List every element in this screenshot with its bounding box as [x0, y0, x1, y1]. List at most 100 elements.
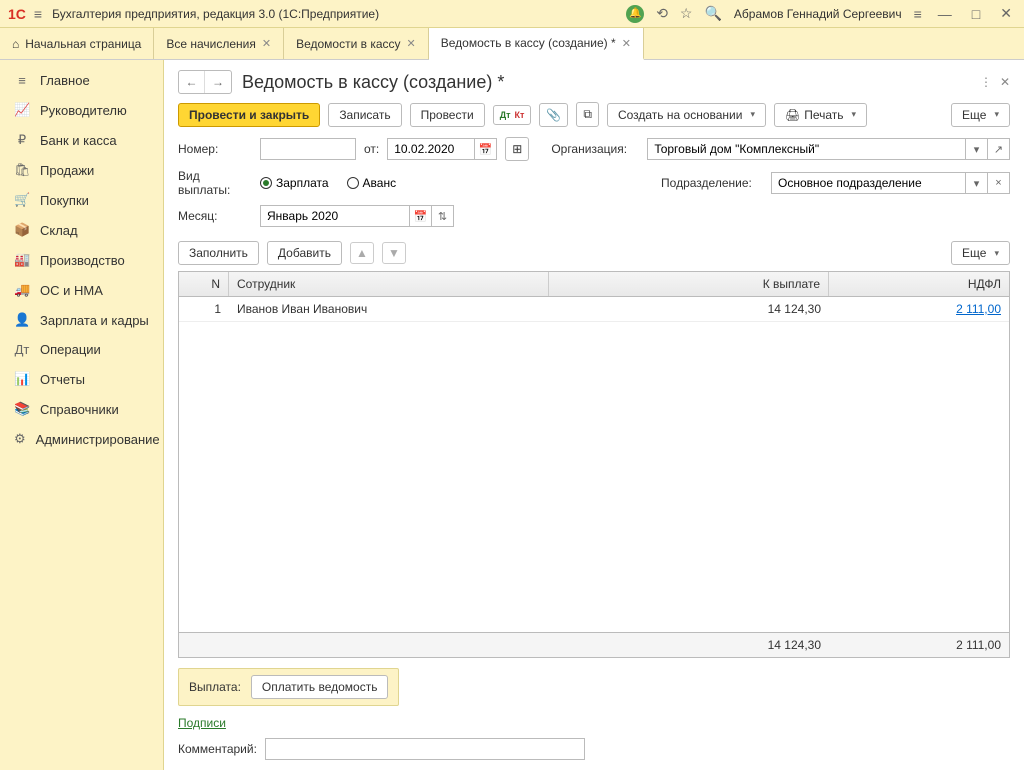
forward-button[interactable]: → [205, 71, 231, 93]
dept-field[interactable] [771, 172, 966, 194]
comment-field[interactable] [265, 738, 585, 760]
sidebar-item-bank[interactable]: ₽Банк и касса [0, 125, 163, 155]
attach-button[interactable]: 📎 [539, 103, 568, 127]
tabbar: ⌂ Начальная страница Все начисления ✕ Ве… [0, 28, 1024, 60]
month-field[interactable] [260, 205, 410, 227]
paytype-advance-radio[interactable]: Аванс [347, 176, 397, 190]
close-icon[interactable]: ✕ [262, 37, 271, 50]
sidebar-item-label: Продажи [40, 163, 94, 178]
fill-button[interactable]: Заполнить [178, 241, 259, 265]
history-icon[interactable]: ⟲ [656, 5, 668, 22]
tab-all-accruals[interactable]: Все начисления ✕ [154, 28, 284, 59]
sidebar-item-label: Операции [40, 342, 101, 357]
payment-panel: Выплата: Оплатить ведомость [178, 668, 399, 706]
search-icon[interactable]: 🔍 [704, 5, 721, 22]
col-pay[interactable]: К выплате [549, 272, 829, 296]
move-up-button[interactable]: ▲ [350, 242, 374, 264]
toolbar: Провести и закрыть Записать Провести ДтК… [164, 102, 1024, 137]
sidebar-item-admin[interactable]: ⚙ Администрирование [0, 424, 163, 454]
calendar-icon[interactable]: 📅 [410, 205, 432, 227]
tab-payroll-cash-create[interactable]: Ведомость в кассу (создание) * ✕ [429, 28, 644, 60]
sidebar-item-label: Руководителю [40, 103, 127, 118]
more-button[interactable]: Еще [951, 103, 1010, 127]
col-employee[interactable]: Сотрудник [229, 272, 549, 296]
close-icon[interactable]: ✕ [622, 37, 631, 50]
dtkt-button[interactable]: ДтКт [493, 105, 532, 125]
paytype-label: Вид выплаты: [178, 169, 252, 197]
maximize-button[interactable]: □ [968, 6, 984, 22]
tab-home[interactable]: ⌂ Начальная страница [0, 28, 154, 59]
signatures-link[interactable]: Подписи [178, 716, 226, 730]
document-title: Ведомость в кассу (создание) * [242, 72, 970, 93]
close-window-button[interactable]: ✕ [996, 5, 1016, 22]
post-button[interactable]: Провести [410, 103, 485, 127]
sidebar-item-assets[interactable]: 🚚ОС и НМА [0, 275, 163, 305]
sidebar-item-manager[interactable]: 📈Руководителю [0, 95, 163, 125]
hamburger-icon[interactable]: ≡ [34, 6, 42, 22]
from-label: от: [364, 142, 379, 156]
sidebar-item-main[interactable]: ≡Главное [0, 66, 163, 95]
sidebar-item-label: Зарплата и кадры [40, 313, 149, 328]
col-ndfl[interactable]: НДФЛ [829, 272, 1009, 296]
radio-label: Аванс [363, 176, 397, 190]
chevron-down-icon[interactable]: ▾ [966, 138, 988, 160]
sidebar-item-label: Отчеты [40, 372, 85, 387]
sidebar-item-sales[interactable]: 🛍Продажи [0, 155, 163, 185]
nav-buttons: ← → [178, 70, 232, 94]
table-row[interactable]: 1 Иванов Иван Иванович 14 124,30 2 111,0… [179, 297, 1009, 322]
bell-icon[interactable]: 🔔 [626, 5, 644, 23]
total-pay: 14 124,30 [549, 633, 829, 657]
print-button[interactable]: 🖨Печать [774, 103, 867, 127]
date-field[interactable] [387, 138, 475, 160]
create-based-button[interactable]: Создать на основании [607, 103, 766, 127]
minimize-button[interactable]: — [934, 6, 956, 22]
user-name[interactable]: Абрамов Геннадий Сергеевич [734, 7, 902, 21]
add-button[interactable]: Добавить [267, 241, 342, 265]
cell-ndfl-link[interactable]: 2 111,00 [829, 297, 1009, 321]
sidebar-item-purchases[interactable]: 🛒Покупки [0, 185, 163, 215]
sidebar-item-label: Банк и касса [40, 133, 117, 148]
back-button[interactable]: ← [179, 71, 205, 93]
org-field[interactable] [647, 138, 966, 160]
table-more-button[interactable]: Еще [951, 241, 1010, 265]
user-menu-icon[interactable]: ≡ [914, 6, 922, 22]
sidebar-item-reports[interactable]: 📊Отчеты [0, 364, 163, 394]
pay-payroll-button[interactable]: Оплатить ведомость [251, 675, 389, 699]
close-document-button[interactable]: ✕ [1000, 75, 1010, 89]
sidebar-item-directories[interactable]: 📚Справочники [0, 394, 163, 424]
sidebar-item-production[interactable]: 🏭Производство [0, 245, 163, 275]
paperclip-icon: 📎 [546, 108, 561, 122]
sidebar-item-label: Администрирование [36, 432, 160, 447]
sidebar-item-label: ОС и НМА [40, 283, 103, 298]
calendar-icon[interactable]: 📅 [475, 138, 497, 160]
post-and-close-button[interactable]: Провести и закрыть [178, 103, 320, 127]
col-n[interactable]: N [179, 272, 229, 296]
save-button[interactable]: Записать [328, 103, 401, 127]
paytype-salary-radio[interactable]: Зарплата [260, 176, 329, 190]
tab-payrolls-cash[interactable]: Ведомости в кассу ✕ [284, 28, 429, 59]
sidebar-item-operations[interactable]: ДтОперации [0, 335, 163, 364]
date-extra-button[interactable]: ⊞ [505, 137, 529, 161]
sidebar-item-salary[interactable]: 👤Зарплата и кадры [0, 305, 163, 335]
gear-icon: ⚙ [14, 431, 26, 447]
open-icon[interactable]: ↗ [988, 138, 1010, 160]
star-icon[interactable]: ☆ [680, 5, 693, 22]
titlebar: 1С ≡ Бухгалтерия предприятия, редакция 3… [0, 0, 1024, 28]
close-icon[interactable]: ✕ [407, 37, 416, 50]
sidebar-item-warehouse[interactable]: 📦Склад [0, 215, 163, 245]
copy-button[interactable]: ⧉ [576, 102, 599, 127]
sidebar-item-label: Главное [40, 73, 90, 88]
month-label: Месяц: [178, 209, 252, 223]
sidebar-item-label: Справочники [40, 402, 119, 417]
kebab-icon[interactable]: ⋮ [980, 75, 992, 89]
stepper-icon[interactable]: ⇅ [432, 205, 454, 227]
printer-icon: 🖨 [785, 108, 800, 122]
number-field[interactable] [260, 138, 356, 160]
number-label: Номер: [178, 142, 252, 156]
move-down-button[interactable]: ▼ [382, 242, 406, 264]
form: Номер: от: 📅 ⊞ Организация: ▾ ↗ Вид выпл… [164, 137, 1024, 235]
chevron-down-icon[interactable]: ▾ [966, 172, 988, 194]
org-label: Организация: [551, 142, 639, 156]
copy-icon: ⧉ [583, 107, 592, 122]
clear-icon[interactable]: × [988, 172, 1010, 194]
